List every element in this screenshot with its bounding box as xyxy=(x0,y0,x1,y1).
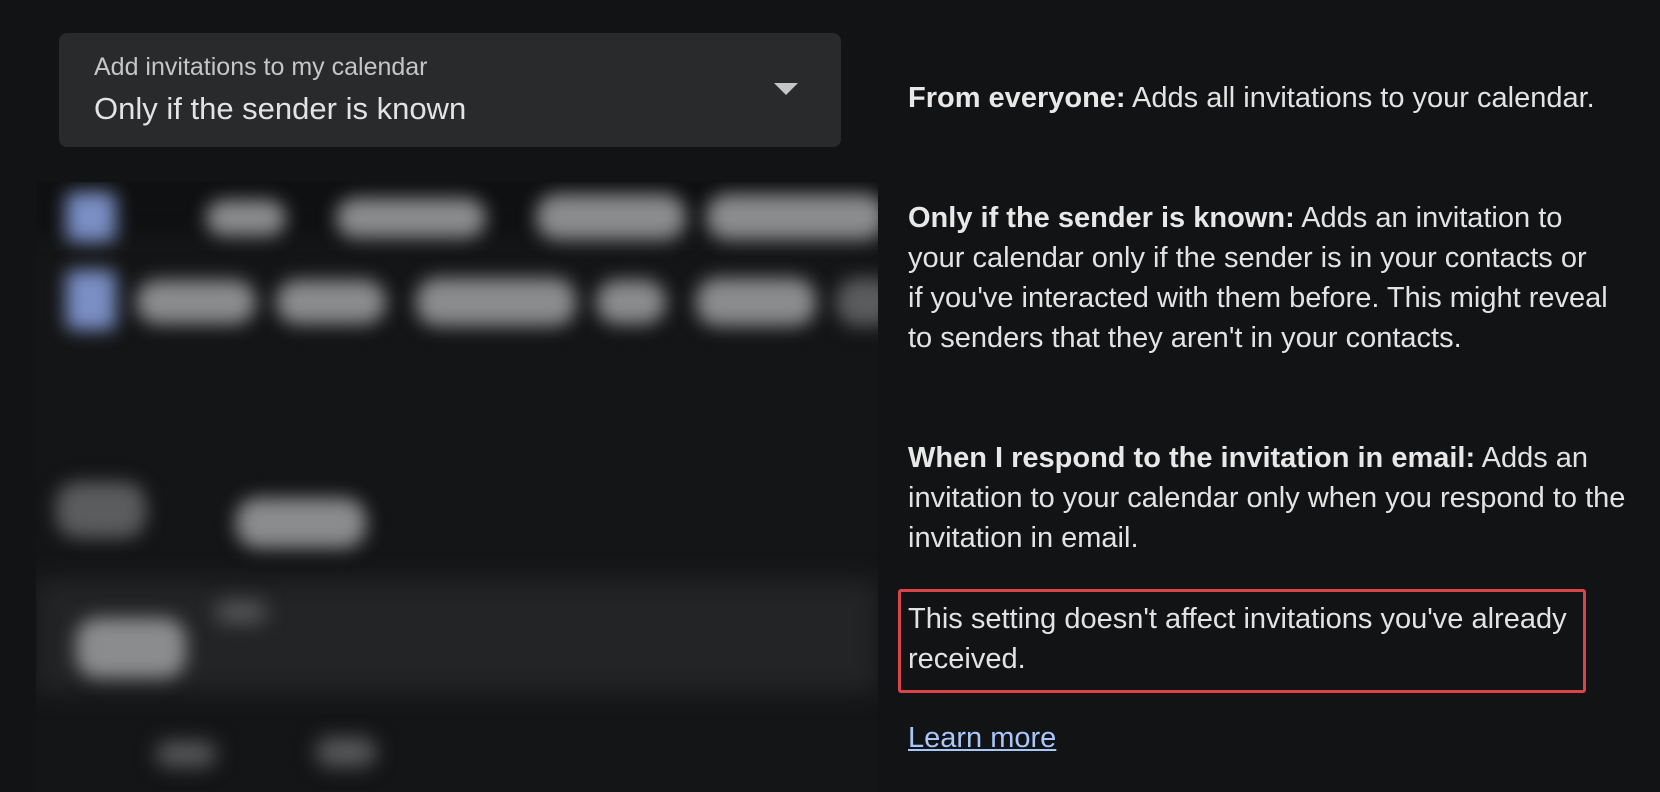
add-invitations-dropdown[interactable]: Add invitations to my calendar Only if t… xyxy=(59,33,841,147)
option-term: From everyone: xyxy=(908,82,1126,114)
settings-help-page: Add invitations to my calendar Only if t… xyxy=(0,0,1660,792)
dropdown-label: Add invitations to my calendar xyxy=(94,53,428,81)
option-from-everyone: From everyone: Adds all invitations to y… xyxy=(908,78,1608,118)
setting-note: This setting doesn't affect invitations … xyxy=(908,603,1567,675)
blurred-background-content xyxy=(36,182,878,792)
option-sender-known: Only if the sender is known: Adds an inv… xyxy=(908,198,1608,358)
dropdown-selected-value: Only if the sender is known xyxy=(94,91,467,126)
learn-more-link[interactable]: Learn more xyxy=(908,718,1056,758)
option-term: Only if the sender is known: xyxy=(908,202,1295,234)
arrow-drop-down-icon xyxy=(774,83,798,95)
option-description: Adds all invitations to your calendar. xyxy=(1132,82,1595,114)
option-term: When I respond to the invitation in emai… xyxy=(908,442,1476,474)
option-respond-in-email: When I respond to the invitation in emai… xyxy=(908,438,1628,558)
